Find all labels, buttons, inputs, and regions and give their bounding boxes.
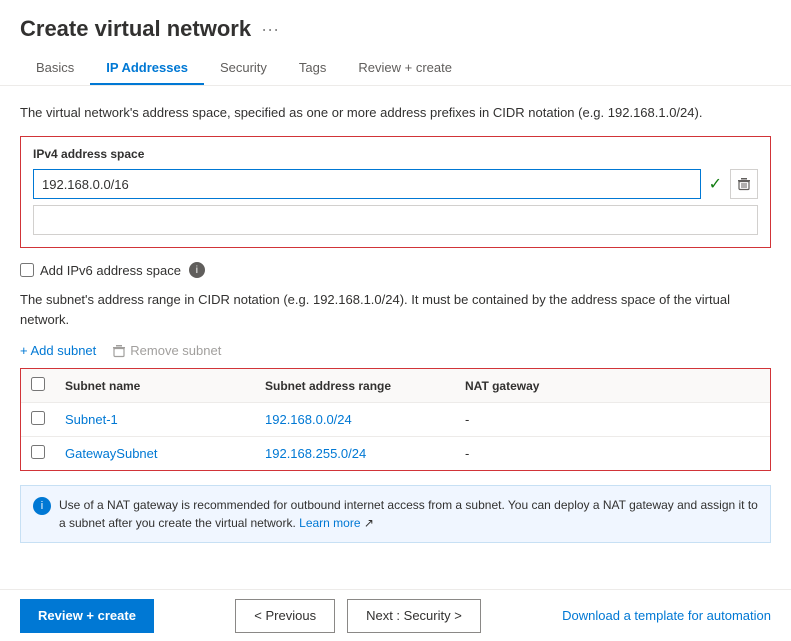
remove-subnet-button[interactable]: Remove subnet [112, 343, 221, 358]
ipv4-input-row: ✓ [33, 169, 758, 199]
info-text: Use of a NAT gateway is recommended for … [59, 498, 758, 530]
row-checkbox-0[interactable] [31, 411, 45, 425]
row-checkbox-cell [21, 403, 55, 437]
info-banner-text: Use of a NAT gateway is recommended for … [59, 496, 758, 532]
delete-address-button[interactable] [730, 169, 758, 199]
subnet-table-wrapper: Subnet name Subnet address range NAT gat… [20, 368, 771, 471]
subnet-description: The subnet's address range in CIDR notat… [20, 290, 771, 329]
ipv4-address-input[interactable] [33, 169, 701, 199]
table-row: GatewaySubnet 192.168.255.0/24 - [21, 437, 770, 471]
page-title: Create virtual network [20, 16, 251, 42]
review-create-button[interactable]: Review + create [20, 599, 154, 633]
subnet-name-cell: Subnet-1 [55, 403, 255, 437]
subnet-range-link[interactable]: 192.168.255.0/24 [265, 446, 366, 461]
subnet-nat-cell: - [455, 437, 770, 471]
tab-ip-addresses[interactable]: IP Addresses [90, 52, 204, 85]
subnet-actions-row: + Add subnet Remove subnet [20, 343, 771, 358]
more-options-icon[interactable]: ··· [261, 19, 279, 40]
remove-subnet-label: Remove subnet [130, 343, 221, 358]
learn-more-link[interactable]: Learn more [299, 516, 360, 530]
ipv4-address-space-box: IPv4 address space ✓ [20, 136, 771, 248]
nat-info-banner: i Use of a NAT gateway is recommended fo… [20, 485, 771, 543]
subnet-range-cell: 192.168.255.0/24 [255, 437, 455, 471]
subnet-name-link[interactable]: Subnet-1 [65, 412, 118, 427]
select-all-checkbox[interactable] [31, 377, 45, 391]
row-checkbox-1[interactable] [31, 445, 45, 459]
next-security-button[interactable]: Next : Security > [347, 599, 481, 633]
add-subnet-button[interactable]: + Add subnet [20, 343, 96, 358]
ipv6-label-text: Add IPv6 address space [40, 263, 181, 278]
previous-button[interactable]: < Previous [235, 599, 335, 633]
subnet-name-cell: GatewaySubnet [55, 437, 255, 471]
remove-trash-icon [112, 344, 126, 358]
empty-address-row [33, 205, 758, 235]
subnet-desc-text: The subnet's address range in CIDR notat… [20, 292, 730, 327]
tab-basics[interactable]: Basics [20, 52, 90, 85]
trash-icon [737, 177, 751, 191]
col-header-subnet-name: Subnet name [55, 369, 255, 403]
col-header-nat-gateway: NAT gateway [455, 369, 770, 403]
table-row: Subnet-1 192.168.0.0/24 - [21, 403, 770, 437]
valid-check-icon: ✓ [705, 174, 726, 194]
ipv6-row: Add IPv6 address space i [20, 262, 771, 278]
subnet-table: Subnet name Subnet address range NAT gat… [21, 369, 770, 470]
tab-bar: Basics IP Addresses Security Tags Review… [0, 52, 791, 86]
external-link-icon: ↗ [364, 516, 374, 530]
ipv6-info-icon[interactable]: i [189, 262, 205, 278]
ipv6-checkbox[interactable] [20, 263, 34, 277]
row-checkbox-cell [21, 437, 55, 471]
info-circle-icon: i [33, 497, 51, 515]
footer-bar: Review + create < Previous Next : Securi… [0, 589, 791, 641]
address-space-description: The virtual network's address space, spe… [20, 104, 771, 122]
subnet-range-cell: 192.168.0.0/24 [255, 403, 455, 437]
page-header: Create virtual network ··· [0, 0, 791, 52]
tab-tags[interactable]: Tags [283, 52, 342, 85]
ipv6-checkbox-label[interactable]: Add IPv6 address space [20, 263, 181, 278]
tab-review-create[interactable]: Review + create [342, 52, 468, 85]
col-header-check [21, 369, 55, 403]
ipv4-section-label: IPv4 address space [33, 147, 758, 161]
col-header-address-range: Subnet address range [255, 369, 455, 403]
download-template-link[interactable]: Download a template for automation [562, 608, 771, 623]
add-subnet-label: + Add subnet [20, 343, 96, 358]
subnet-range-link[interactable]: 192.168.0.0/24 [265, 412, 352, 427]
subnet-nat-cell: - [455, 403, 770, 437]
tab-security[interactable]: Security [204, 52, 283, 85]
subnet-name-link[interactable]: GatewaySubnet [65, 446, 158, 461]
main-content: The virtual network's address space, spe… [0, 86, 791, 571]
